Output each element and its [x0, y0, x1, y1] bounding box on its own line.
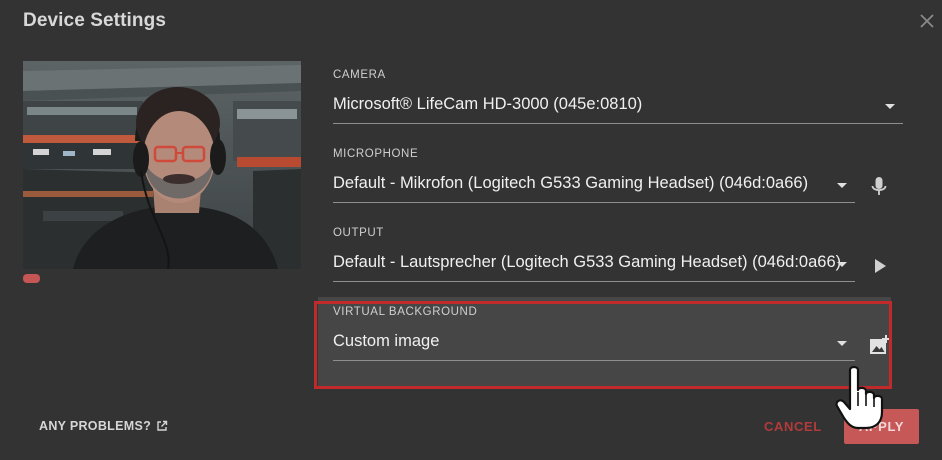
any-problems-label: ANY PROBLEMS?	[39, 419, 152, 433]
chevron-down-icon	[837, 341, 847, 346]
close-button[interactable]	[916, 10, 938, 32]
camera-select-value: Microsoft® LifeCam HD-3000 (045e:0810)	[333, 95, 643, 113]
dialog-title: Device Settings	[23, 10, 166, 31]
any-problems-link[interactable]: ANY PROBLEMS?	[39, 419, 168, 433]
microphone-select-value: Default - Mikrofon (Logitech G533 Gaming…	[333, 174, 809, 192]
test-output-button[interactable]	[873, 258, 887, 279]
add-background-image-button[interactable]	[869, 334, 891, 361]
add-image-icon	[870, 335, 890, 354]
microphone-select[interactable]: Default - Mikrofon (Logitech G533 Gaming…	[333, 172, 855, 203]
output-select[interactable]: Default - Lautsprecher (Logitech G533 Ga…	[333, 251, 855, 282]
play-icon	[875, 259, 886, 273]
chevron-down-icon	[837, 183, 847, 188]
output-label: OUTPUT	[333, 227, 384, 239]
mic-level-indicator	[23, 274, 40, 283]
chevron-down-icon	[885, 104, 895, 109]
virtual-background-select-value: Custom image	[333, 332, 440, 350]
camera-select[interactable]: Microsoft® LifeCam HD-3000 (045e:0810)	[333, 93, 903, 124]
chevron-down-icon	[837, 262, 847, 267]
camera-label: CAMERA	[333, 69, 386, 81]
external-link-icon	[157, 420, 168, 431]
test-microphone-button[interactable]	[870, 176, 888, 203]
close-icon	[920, 14, 934, 28]
apply-button[interactable]: APPLY	[844, 409, 919, 444]
microphone-icon	[871, 177, 887, 195]
microphone-label: MICROPHONE	[333, 148, 419, 160]
output-select-value: Default - Lautsprecher (Logitech G533 Ga…	[333, 253, 842, 271]
camera-preview	[23, 61, 301, 269]
cancel-button[interactable]: CANCEL	[764, 419, 822, 434]
virtual-background-label: VIRTUAL BACKGROUND	[333, 306, 478, 318]
virtual-background-select[interactable]: Custom image	[333, 330, 855, 361]
